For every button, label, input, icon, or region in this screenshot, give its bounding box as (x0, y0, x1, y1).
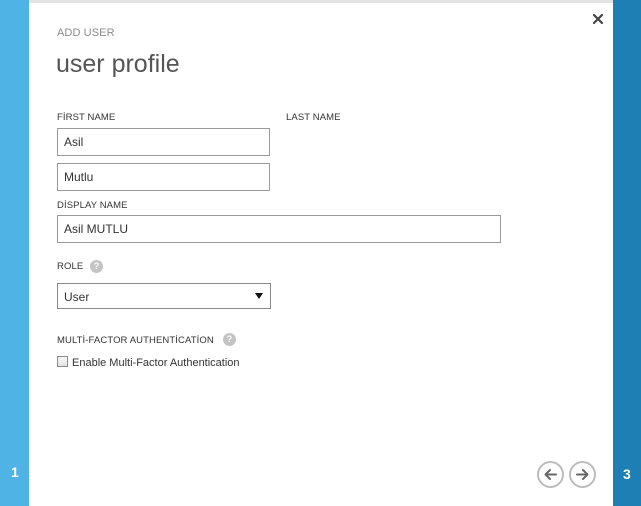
page-title: user profile (56, 50, 180, 78)
next-step-rail[interactable]: 3 (613, 0, 641, 506)
role-selected-value: User (64, 290, 90, 304)
mfa-checkbox-label[interactable]: Enable Multi-Factor Authentication (72, 357, 240, 369)
wizard-header: ADD USER (57, 27, 115, 39)
next-step-number: 3 (623, 466, 631, 482)
next-button[interactable] (569, 461, 596, 488)
role-label: ROLE (57, 261, 84, 272)
back-button[interactable] (537, 461, 564, 488)
first-name-input[interactable] (57, 128, 270, 156)
first-name-label: FİRST NAME (57, 112, 116, 123)
previous-step-number: 1 (11, 464, 19, 480)
role-select[interactable]: User (57, 283, 271, 309)
mfa-checkbox[interactable] (57, 356, 68, 367)
close-icon (592, 13, 604, 25)
display-name-label: DİSPLAY NAME (57, 200, 128, 211)
last-name-label: LAST NAME (286, 112, 341, 123)
arrow-left-icon (544, 469, 557, 480)
mfa-help-icon[interactable]: ? (223, 333, 236, 346)
caret-down-icon (255, 293, 263, 299)
close-button[interactable] (591, 12, 605, 26)
arrow-right-icon (576, 469, 589, 480)
add-user-dialog: ADD USER user profile FİRST NAME LAST NA… (29, 0, 613, 506)
display-name-input[interactable] (57, 215, 501, 243)
wizard-window: 1 ADD USER user profile FİRST NAME LAST … (0, 0, 641, 506)
previous-step-rail[interactable]: 1 (0, 0, 29, 506)
last-name-input[interactable] (57, 163, 270, 191)
mfa-label: MULTİ-FACTOR AUTHENTİCATİON (57, 335, 214, 346)
role-help-icon[interactable]: ? (90, 260, 103, 273)
